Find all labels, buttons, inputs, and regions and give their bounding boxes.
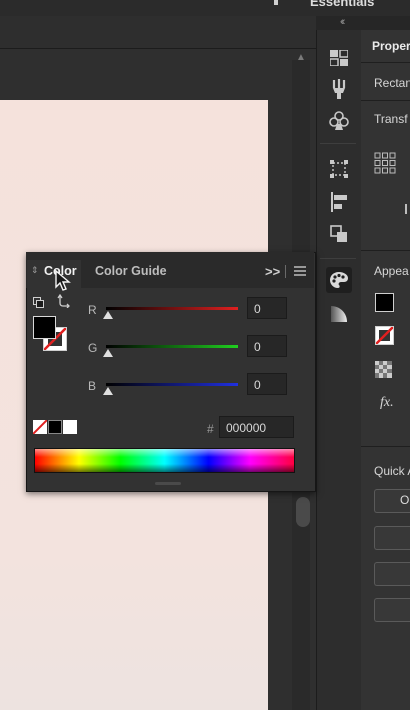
panel-divider [361,446,410,447]
document-tab-bar [0,16,316,49]
blue-slider[interactable] [106,383,238,386]
hex-symbol: # [207,422,214,436]
properties-title[interactable]: Proper [372,39,410,53]
red-value-field[interactable]: 0 [247,297,287,319]
scrollbar-thumb[interactable] [296,497,310,527]
transform-section-label: Transf [374,112,408,126]
tool-separator [320,258,356,259]
constrain-marker [405,204,407,214]
panel-divider [361,62,410,63]
gradient-icon[interactable] [326,301,352,327]
black-color-swatch[interactable] [48,420,62,434]
tab-color-guide[interactable]: Color Guide [95,264,167,278]
reference-point-icon[interactable] [374,152,396,179]
white-color-swatch[interactable] [63,420,77,434]
panel-options-toggle-icon[interactable]: ⇕ [31,265,39,276]
color-spectrum[interactable] [34,448,295,473]
quick-action-button-2[interactable] [374,526,410,550]
panel-divider [361,100,410,101]
workspace-switcher[interactable]: Essentials [310,0,374,9]
tool-separator [320,143,356,144]
red-slider[interactable] [106,307,238,310]
hex-value-field[interactable]: 000000 [219,416,294,438]
header-divider [285,265,286,278]
color-palette-icon[interactable] [326,267,352,293]
channel-label-g: G [88,341,98,355]
fill-color-swatch[interactable] [33,316,56,339]
opacity-icon[interactable] [375,361,392,383]
none-color-swatch[interactable] [33,420,47,434]
collapse-panels-icon[interactable]: ‹‹ [340,16,346,28]
workspace-divider [274,0,278,5]
default-fill-stroke-icon[interactable] [33,295,44,313]
green-slider-thumb[interactable] [103,349,113,357]
quick-action-button-label: O [400,493,410,507]
panel-divider [361,250,410,251]
transform-icon[interactable] [326,156,352,182]
expand-panel-icon[interactable]: >> [265,264,280,279]
quick-action-button-1[interactable]: O [374,489,410,513]
appearance-section-label: Appea [374,264,409,278]
panel-resize-grip[interactable] [155,482,181,485]
selection-type-label: Rectan [374,76,410,90]
stroke-swatch-none[interactable] [375,326,394,345]
channel-label-b: B [88,379,97,393]
pathfinder-icon[interactable] [326,221,352,247]
blue-value-field[interactable]: 0 [247,373,287,395]
green-slider[interactable] [106,345,238,348]
quick-action-button-3[interactable] [374,562,410,586]
swatches-icon[interactable] [326,45,352,71]
effects-icon[interactable]: fx. [380,395,394,411]
channel-label-r: R [88,303,97,317]
panel-menu-icon[interactable] [294,264,306,282]
red-slider-thumb[interactable] [103,311,113,319]
quick-action-button-4[interactable] [374,598,410,622]
symbols-icon[interactable] [326,108,352,134]
blue-slider-thumb[interactable] [103,387,113,395]
swap-fill-stroke-icon[interactable] [57,293,71,313]
fill-swatch[interactable] [375,293,394,312]
quick-actions-label: Quick A [374,464,410,478]
align-icon[interactable] [326,189,352,215]
green-value-field[interactable]: 0 [247,335,287,357]
scroll-up-arrow-icon[interactable]: ▲ [296,52,306,63]
mouse-pointer-icon [55,269,71,297]
brushes-icon[interactable] [326,76,352,102]
